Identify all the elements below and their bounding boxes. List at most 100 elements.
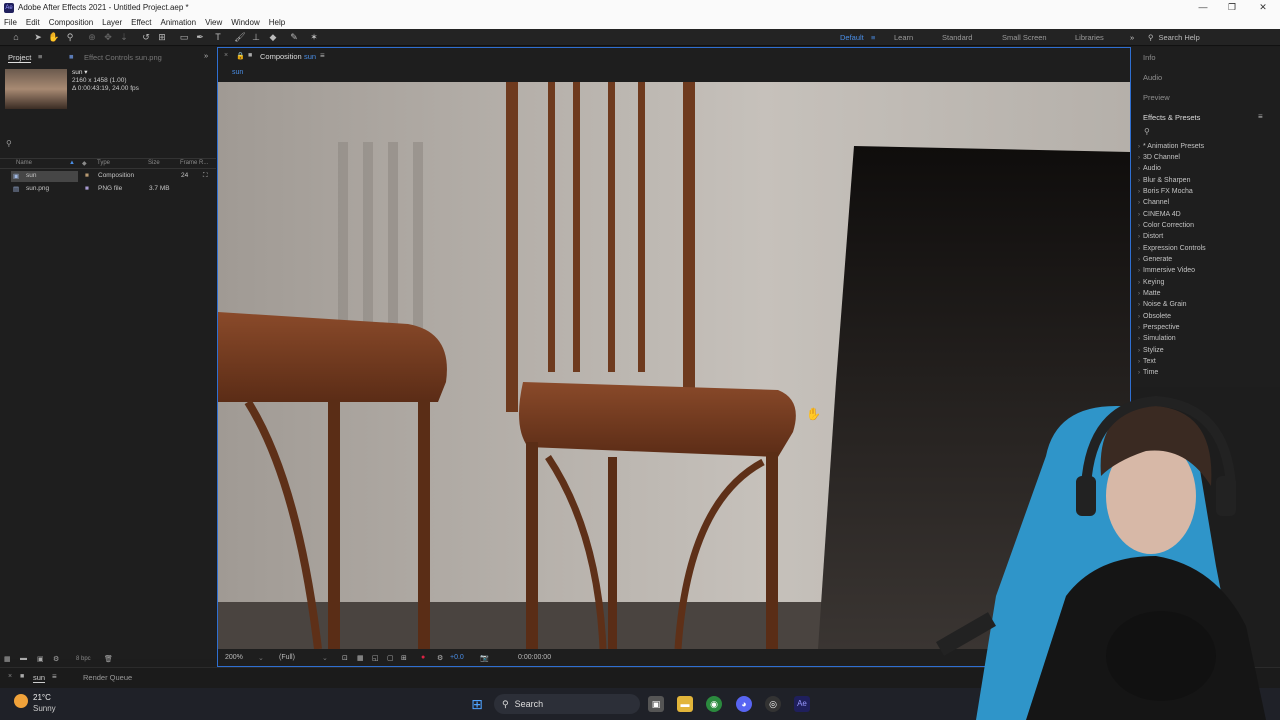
menu-composition[interactable]: Composition [49, 18, 93, 27]
minimize-button[interactable]: — [1188, 0, 1218, 15]
tab-render-queue[interactable]: Render Queue [83, 673, 132, 682]
file-explorer-icon[interactable]: ▬ [677, 696, 693, 712]
timeline-tab-sun[interactable]: sun [33, 673, 46, 683]
weather-temperature[interactable]: 21°C [33, 693, 51, 702]
effect-category[interactable]: › Audio [1138, 165, 1161, 172]
task-view-icon[interactable]: ▣ [648, 696, 664, 712]
project-row-sun-png[interactable]: ▤ sun.png ■ PNG file 3.7 MB [0, 184, 216, 195]
resolution-dropdown[interactable]: (Full) [279, 654, 295, 661]
preview-panel-tab[interactable]: Preview [1143, 93, 1170, 102]
audio-panel-tab[interactable]: Audio [1143, 73, 1162, 82]
column-name[interactable]: Name [16, 160, 32, 166]
weather-condition[interactable]: Sunny [33, 704, 56, 713]
effect-category[interactable]: › Channel [1138, 199, 1169, 206]
effect-category[interactable]: › Color Correction [1138, 222, 1194, 229]
hand-tool-icon[interactable]: ✋ [48, 31, 60, 43]
composition-menu-icon[interactable]: ≡ [320, 51, 325, 60]
column-type[interactable]: Type [97, 160, 110, 166]
close-tab-icon[interactable]: × [224, 52, 228, 59]
effect-category[interactable]: › CINEMA 4D [1138, 211, 1181, 218]
tab-composition-label[interactable]: Composition [260, 52, 302, 61]
snapshot-camera-icon[interactable]: 📷 [480, 654, 489, 662]
composition-subtab[interactable]: sun [232, 69, 243, 76]
close-tab-icon[interactable]: × [8, 673, 12, 680]
pen-tool-icon[interactable]: ✒ [194, 31, 206, 43]
menu-animation[interactable]: Animation [160, 18, 196, 27]
effect-category[interactable]: › Obsolete [1138, 313, 1171, 320]
transparency-grid-icon[interactable]: ▦ [357, 654, 364, 662]
menu-view[interactable]: View [205, 18, 222, 27]
effects-search-icon[interactable]: ⚲ [1144, 127, 1150, 136]
effect-category[interactable]: › Immersive Video [1138, 267, 1195, 274]
roto-brush-tool-icon[interactable]: ✎ [288, 31, 300, 43]
info-panel-tab[interactable]: Info [1143, 53, 1156, 62]
windows-start-icon[interactable]: ⊞ [469, 696, 485, 712]
menu-file[interactable]: File [4, 18, 17, 27]
dolly-tool-icon[interactable]: ⇣ [118, 31, 130, 43]
mask-visibility-icon[interactable]: ◱ [372, 654, 379, 662]
sort-arrow-icon[interactable]: ▲ [69, 160, 75, 166]
magnification-dropdown[interactable]: 200% [225, 654, 243, 661]
obs-icon[interactable]: ◎ [765, 696, 781, 712]
effect-category[interactable]: › Matte [1138, 290, 1161, 297]
menu-window[interactable]: Window [231, 18, 259, 27]
orbit-tool-icon[interactable]: ⊕ [86, 31, 98, 43]
brush-tool-icon[interactable]: 🖌 [234, 31, 246, 43]
taskbar-search[interactable]: ⚲ Search [494, 694, 640, 714]
fast-previews-icon[interactable]: ⊡ [342, 654, 348, 662]
discord-icon[interactable]: ◕ [736, 696, 752, 712]
effect-category[interactable]: › Keying [1138, 279, 1164, 286]
lock-icon[interactable]: ■ [69, 52, 74, 61]
effect-category[interactable]: › Expression Controls [1138, 245, 1206, 252]
pan-behind-tool-icon[interactable]: ⊞ [156, 31, 168, 43]
effect-category[interactable]: › Generate [1138, 256, 1172, 263]
menu-help[interactable]: Help [269, 18, 285, 27]
project-row-sun[interactable]: ▣ sun ■ Composition 24 ⛶ [0, 171, 216, 182]
tab-effect-controls[interactable]: Effect Controls sun.png [84, 53, 162, 62]
chrome-icon[interactable]: ◉ [706, 696, 722, 712]
chevron-down-icon[interactable]: ⌄ [322, 654, 328, 662]
zoom-tool-icon[interactable]: ⚲ [64, 31, 76, 43]
type-tool-icon[interactable]: T [212, 31, 224, 43]
chevron-down-icon[interactable]: ⌄ [258, 654, 264, 662]
pan-tool-icon[interactable]: ✥ [102, 31, 114, 43]
selection-tool-icon[interactable]: ➤ [32, 31, 44, 43]
menu-effect[interactable]: Effect [131, 18, 151, 27]
item-name[interactable]: sun ▾ [72, 69, 139, 77]
search-help-field[interactable]: ⚲ Search Help [1148, 31, 1278, 44]
tab-project[interactable]: Project [8, 53, 32, 63]
rectangle-tool-icon[interactable]: ▭ [178, 31, 190, 43]
effect-category[interactable]: › Text [1138, 358, 1156, 365]
column-size[interactable]: Size [148, 160, 160, 166]
clone-stamp-tool-icon[interactable]: ⊥ [250, 31, 262, 43]
workspace-menu-icon[interactable]: ≡ [871, 33, 875, 42]
workspace-libraries[interactable]: Libraries [1075, 33, 1104, 42]
rotate-tool-icon[interactable]: ↺ [140, 31, 152, 43]
workspace-small-screen[interactable]: Small Screen [1002, 33, 1047, 42]
new-composition-icon[interactable]: ▣ [37, 655, 44, 663]
color-management-icon[interactable]: ⚙ [437, 654, 443, 662]
tab-composition-name[interactable]: sun [304, 52, 316, 61]
effect-category[interactable]: › * Animation Presets [1138, 143, 1204, 150]
eraser-tool-icon[interactable]: ◆ [267, 31, 279, 43]
effects-presets-tab[interactable]: Effects & Presets [1143, 113, 1200, 122]
interpret-footage-icon[interactable]: ▦ [4, 655, 11, 663]
home-icon[interactable]: ⌂ [10, 31, 22, 43]
adjust-project-settings-icon[interactable]: ⚙ [53, 655, 59, 663]
after-effects-taskbar-icon[interactable]: Ae [794, 696, 810, 712]
bit-depth-label[interactable]: 8 bpc [76, 656, 91, 662]
color-channels-icon[interactable]: ● [421, 654, 425, 661]
flowchart-icon[interactable]: ⛶ [203, 172, 208, 180]
workspace-default[interactable]: Default [840, 33, 864, 42]
project-menu-icon[interactable]: ≡ [38, 52, 42, 61]
delete-icon[interactable]: 🗑 [104, 655, 113, 663]
effect-category[interactable]: › 3D Channel [1138, 154, 1180, 161]
effect-category[interactable]: › Stylize [1138, 347, 1164, 354]
puppet-tool-icon[interactable]: ✶ [308, 31, 320, 43]
project-search-input[interactable]: ⚲ [6, 139, 210, 151]
effect-category[interactable]: › Simulation [1138, 335, 1176, 342]
panel-overflow-icon[interactable]: » [204, 51, 208, 60]
lock-icon[interactable]: 🔒 [236, 52, 245, 60]
timeline-menu-icon[interactable]: ≡ [52, 672, 57, 681]
guides-icon[interactable]: ⊞ [401, 654, 407, 662]
